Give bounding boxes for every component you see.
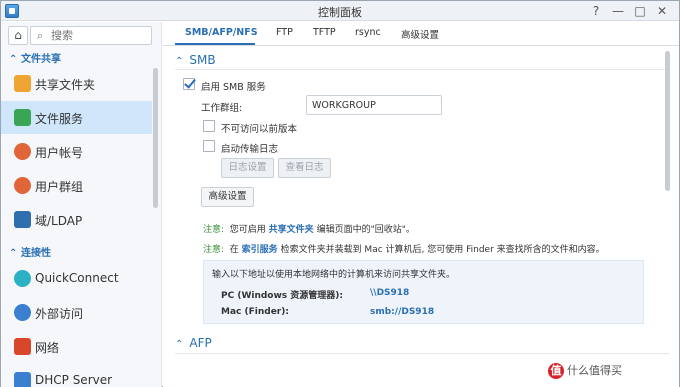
control-panel-window: 控制面板 ? — □ ✕ ⌂ ⌕ ⌃文件共享 共享文件夹 文件服务 用户帐号: [0, 0, 680, 387]
main-scrollbar[interactable]: [663, 46, 673, 387]
file-services-icon: [14, 109, 31, 126]
enable-smb-checkbox[interactable]: [183, 78, 195, 90]
home-icon: ⌂: [14, 28, 22, 42]
tab-bar: SMB/AFP/NFS FTP TFTP rsync 高级设置: [163, 22, 679, 46]
tab-advanced[interactable]: 高级设置: [401, 27, 439, 41]
mac-address: smb://DS918: [370, 307, 435, 317]
title-bar: 控制面板 ? — □ ✕: [1, 1, 679, 21]
log-settings-button[interactable]: 日志设置: [221, 158, 274, 178]
quickconnect-icon: [14, 270, 31, 287]
smb-advanced-settings-button[interactable]: 高级设置: [201, 187, 254, 207]
workgroup-field[interactable]: WORKGROUP: [306, 95, 442, 115]
sidebar-item-shared-folder[interactable]: 共享文件夹: [1, 67, 153, 100]
sidebar-item-file-services[interactable]: 文件服务: [1, 101, 153, 134]
access-address-hint: 输入以下地址以使用本地网络中的计算机来访问共享文件夹。: [212, 270, 456, 280]
section-connectivity[interactable]: ⌃ 连接性: [9, 244, 51, 259]
access-address-box: 输入以下地址以使用本地网络中的计算机来访问共享文件夹。 PC (Windows …: [203, 260, 644, 324]
close-button[interactable]: ✕: [651, 2, 673, 20]
transfer-log-label: 启动传输日志: [221, 144, 279, 155]
chevron-up-icon: ⌃: [175, 56, 184, 67]
sidebar: ⌂ ⌕ ⌃文件共享 共享文件夹 文件服务 用户帐号 用户群组 域/LDAP: [1, 22, 162, 387]
window-title: 控制面板: [318, 6, 362, 19]
shared-folder-link[interactable]: 共享文件夹: [269, 225, 314, 235]
section-file-sharing[interactable]: ⌃ 文件共享: [9, 50, 61, 65]
user-icon: [14, 143, 31, 160]
divider: [175, 353, 669, 354]
group-icon: [14, 177, 31, 194]
tab-smb-afp-nfs[interactable]: SMB/AFP/NFS: [185, 27, 258, 38]
help-button[interactable]: ?: [585, 2, 607, 20]
afp-section-header[interactable]: ⌃ AFP: [175, 336, 212, 350]
tab-ftp[interactable]: FTP: [276, 27, 293, 38]
sidebar-item-domain-ldap[interactable]: 域/LDAP: [1, 203, 153, 236]
dhcp-icon: [14, 372, 31, 387]
chevron-up-icon: ⌃: [9, 54, 18, 65]
sidebar-item-quickconnect[interactable]: QuickConnect: [1, 262, 153, 295]
smb-section-header[interactable]: ⌃ SMB: [175, 53, 216, 67]
active-tab-indicator: [175, 43, 255, 45]
hide-previous-versions-checkbox[interactable]: [203, 120, 215, 132]
chevron-up-icon: ⌃: [175, 339, 184, 350]
sidebar-item-dhcp-server[interactable]: DHCP Server: [1, 364, 153, 387]
indexing-service-link[interactable]: 索引服务: [242, 245, 278, 255]
shared-folder-icon: [14, 75, 31, 92]
pc-address: \\DS918: [370, 288, 410, 298]
domain-icon: [14, 211, 31, 228]
watermark-logo: 值: [548, 363, 564, 379]
sidebar-item-user[interactable]: 用户帐号: [1, 135, 153, 168]
network-icon: [14, 338, 31, 355]
divider: [175, 69, 669, 70]
hide-previous-versions-label: 不可访问以前版本: [221, 124, 298, 135]
mac-label: Mac (Finder):: [221, 307, 289, 317]
sidebar-scrollbar[interactable]: [152, 54, 160, 387]
pc-label: PC (Windows 资源管理器):: [221, 291, 344, 301]
globe-icon: [14, 304, 31, 321]
search-input[interactable]: [51, 28, 149, 43]
workgroup-label: 工作群组:: [201, 103, 243, 114]
home-button[interactable]: ⌂: [8, 26, 28, 45]
tab-rsync[interactable]: rsync: [355, 27, 381, 38]
sidebar-item-network[interactable]: 网络: [1, 330, 153, 363]
sidebar-item-external-access[interactable]: 外部访问: [1, 296, 153, 329]
sidebar-item-group[interactable]: 用户群组: [1, 169, 153, 202]
chevron-up-icon: ⌃: [9, 248, 18, 259]
enable-smb-label: 启用 SMB 服务: [201, 82, 266, 93]
note-recycle-bin: 注意: 您可启用 共享文件夹 编辑页面中的"回收站"。: [203, 225, 415, 235]
note-indexing: 注意: 在 索引服务 检索文件夹并装载到 Mac 计算机后, 您可使用 Find…: [203, 245, 605, 255]
main-panel: SMB/AFP/NFS FTP TFTP rsync 高级设置 ⌃ SMB 启用 …: [163, 22, 679, 387]
search-box[interactable]: ⌕: [30, 26, 152, 45]
view-log-button[interactable]: 查看日志: [278, 158, 331, 178]
maximize-button[interactable]: □: [629, 2, 651, 20]
transfer-log-checkbox[interactable]: [203, 140, 215, 152]
minimize-button[interactable]: —: [607, 2, 629, 20]
tab-tftp[interactable]: TFTP: [313, 27, 336, 38]
search-icon: ⌕: [37, 29, 44, 42]
watermark: 值什么值得买: [546, 362, 624, 379]
